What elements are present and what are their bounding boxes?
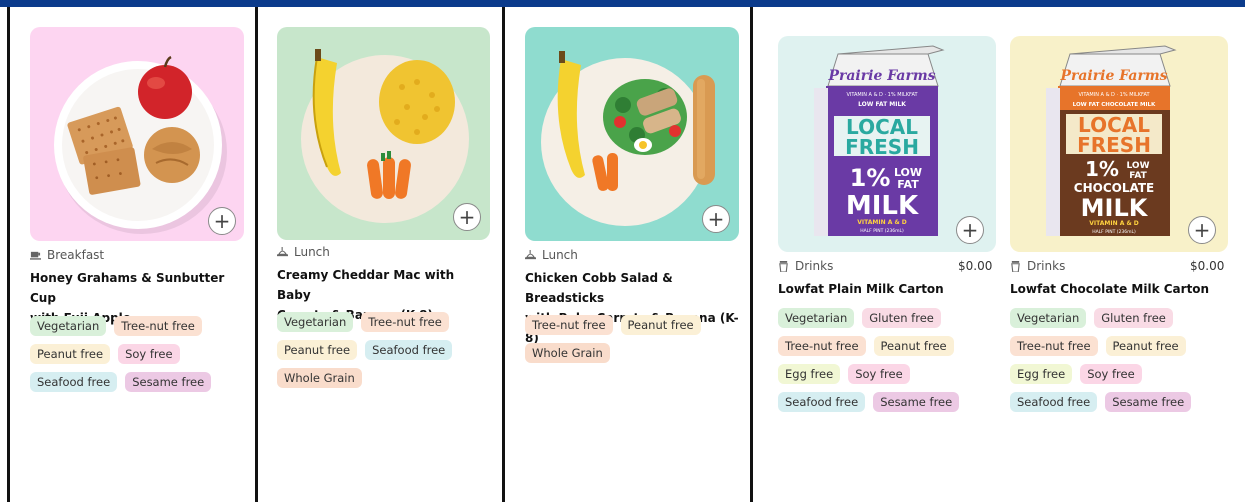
tag-seafood-free: Seafood free — [365, 340, 453, 360]
top-bar — [0, 0, 1245, 7]
carton-small-text: VITAMIN A & D · 1% MILKFAT — [1078, 92, 1150, 98]
food-image[interactable]: + — [277, 27, 490, 240]
tag-gluten-free: Gluten free — [1094, 308, 1173, 328]
item-price: $0.00 — [958, 259, 993, 273]
tag-tree-nut-free: Tree-nut free — [361, 312, 449, 332]
tag-vegetarian: Vegetarian — [1010, 308, 1087, 328]
tag-peanut-free: Peanut free — [620, 315, 701, 335]
carton-small-text: VITAMIN A & D · 1% MILKFAT — [846, 92, 918, 98]
drink-cup-icon — [1011, 260, 1020, 272]
tag-seafood-free: Seafood free — [1010, 392, 1098, 412]
meal-category: Drinks — [1010, 259, 1065, 273]
category-label: Lunch — [294, 245, 330, 259]
add-button[interactable]: + — [956, 216, 984, 244]
add-button[interactable]: + — [453, 203, 481, 231]
tag-seafood-free: Seafood free — [30, 372, 118, 392]
menu-item-title[interactable]: Lowfat Chocolate Milk Carton — [1010, 279, 1228, 299]
carton-fat: FAT — [1129, 171, 1147, 181]
carton-low: LOW — [1127, 161, 1150, 171]
tag-vegetarian: Vegetarian — [30, 316, 107, 336]
carton-subtitle: LOW FAT MILK — [858, 101, 906, 108]
tag-whole-grain: Whole Grain — [525, 343, 610, 363]
food-image[interactable]: + — [30, 27, 244, 241]
category-label: Lunch — [542, 248, 578, 262]
tag-peanut-free: Peanut free — [873, 336, 954, 356]
column-divider — [750, 7, 753, 502]
lunch-icon — [277, 246, 288, 256]
carton-milk: MILK — [846, 191, 919, 221]
product-image[interactable]: Prairie Farms VITAMIN A & D · 1% MILKFAT… — [778, 36, 996, 252]
carton-subtitle: LOW FAT CHOCOLATE MILK — [1073, 102, 1156, 108]
dietary-tags: Tree-nut free Peanut free Whole Grain — [525, 315, 725, 363]
dietary-tags: Vegetarian Tree-nut free Peanut free Soy… — [30, 316, 230, 392]
category-label: Drinks — [1027, 259, 1066, 273]
carton-vitamin: VITAMIN A & D — [1089, 220, 1139, 227]
tag-egg-free: Egg free — [778, 364, 841, 384]
carton-fresh: FRESH — [1077, 133, 1151, 157]
category-label: Drinks — [795, 259, 834, 273]
breakfast-icon — [30, 251, 41, 260]
tag-seafood-free: Seafood free — [778, 392, 866, 412]
add-button[interactable]: + — [1188, 216, 1216, 244]
meal-category: Breakfast — [30, 248, 104, 262]
carton-fresh: FRESH — [845, 135, 919, 159]
meal-category: Lunch — [525, 248, 578, 262]
menu-item-title[interactable]: Lowfat Plain Milk Carton — [778, 279, 996, 299]
lunch-icon — [525, 249, 536, 259]
tag-soy-free: Soy free — [1080, 364, 1142, 384]
add-button[interactable]: + — [208, 207, 236, 235]
column-divider — [7, 7, 10, 502]
carton-percent: 1% — [1085, 157, 1119, 181]
category-label: Breakfast — [47, 248, 105, 262]
food-image[interactable]: + — [525, 27, 739, 241]
carton-vitamin: VITAMIN A & D — [857, 219, 907, 226]
tag-tree-nut-free: Tree-nut free — [1010, 336, 1098, 356]
tag-vegetarian: Vegetarian — [277, 312, 354, 332]
dietary-tags: Vegetarian Gluten free Tree-nut free Pea… — [1010, 308, 1210, 412]
tag-peanut-free: Peanut free — [30, 344, 111, 364]
meal-category: Drinks — [778, 259, 833, 273]
carton-size: HALF PINT (236mL) — [860, 228, 904, 234]
tag-soy-free: Soy free — [848, 364, 910, 384]
tag-sesame-free: Sesame free — [873, 392, 960, 412]
carton-brand: Prairie Farms — [827, 68, 935, 84]
product-image[interactable]: Prairie Farms VITAMIN A & D · 1% MILKFAT… — [1010, 36, 1228, 252]
tag-tree-nut-free: Tree-nut free — [525, 315, 613, 335]
carton-size: HALF PINT (236mL) — [1092, 229, 1136, 235]
add-button[interactable]: + — [702, 205, 730, 233]
tag-sesame-free: Sesame free — [125, 372, 212, 392]
tag-whole-grain: Whole Grain — [277, 368, 362, 388]
carton-percent: 1% — [850, 164, 891, 192]
item-price: $0.00 — [1190, 259, 1225, 273]
tag-soy-free: Soy free — [118, 344, 180, 364]
tag-peanut-free: Peanut free — [1105, 336, 1186, 356]
tag-tree-nut-free: Tree-nut free — [114, 316, 202, 336]
column-divider — [502, 7, 505, 502]
plate-illustration — [54, 55, 227, 234]
meal-category: Lunch — [277, 245, 330, 259]
carton-milk: MILK — [1081, 194, 1149, 222]
tag-tree-nut-free: Tree-nut free — [778, 336, 866, 356]
drink-cup-icon — [779, 260, 788, 272]
dietary-tags: Vegetarian Gluten free Tree-nut free Pea… — [778, 308, 978, 412]
tag-peanut-free: Peanut free — [277, 340, 358, 360]
column-divider — [255, 7, 258, 502]
tag-vegetarian: Vegetarian — [778, 308, 855, 328]
tag-sesame-free: Sesame free — [1105, 392, 1192, 412]
carton-brand: Prairie Farms — [1059, 68, 1167, 84]
carton-fat: FAT — [897, 178, 919, 191]
tag-egg-free: Egg free — [1010, 364, 1073, 384]
dietary-tags: Vegetarian Tree-nut free Peanut free Sea… — [277, 312, 492, 388]
carton-chocolate: CHOCOLATE — [1074, 181, 1154, 195]
tag-gluten-free: Gluten free — [862, 308, 941, 328]
